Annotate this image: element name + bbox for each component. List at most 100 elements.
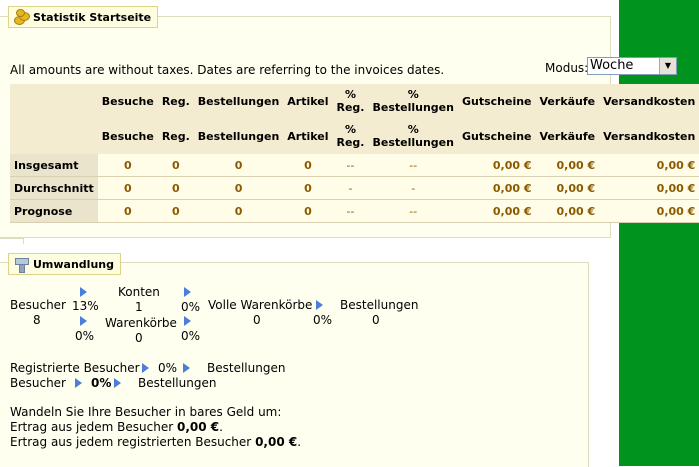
pct-accounts-to-carts: 0% <box>181 300 201 314</box>
row-label: Insgesamt <box>10 154 98 177</box>
table-cell: 0,00 € <box>599 199 699 223</box>
table-cell: -- <box>368 154 458 177</box>
header-empty <box>10 118 98 154</box>
conversion-panel-title: Umwandlung <box>8 253 121 275</box>
arrow-right-icon <box>80 287 87 297</box>
arrow-right-icon <box>142 363 149 373</box>
col-header: Besuche <box>101 94 154 108</box>
col-header: Versandkosten <box>603 129 696 143</box>
earning-per-visitor-label: Ertrag aus jedem Besucher <box>10 420 174 434</box>
col-header: Verkäufe <box>539 129 596 143</box>
table-cell: -- <box>332 199 369 223</box>
full-carts-label: Volle Warenkörbe <box>208 298 313 312</box>
col-header: % Bestellungen <box>372 123 454 149</box>
arrow-right-icon <box>114 378 121 388</box>
stats-table: Besuche Reg. Bestellungen Artikel % Reg.… <box>10 84 699 223</box>
arrow-right-icon <box>184 287 191 297</box>
money-intro: Wandeln Sie Ihre Besucher in bares Geld … <box>10 405 282 419</box>
table-cell: 0 <box>283 154 333 177</box>
divider <box>0 238 24 239</box>
stats-title-text: Statistik Startseite <box>33 10 152 24</box>
table-row: Prognose 0 0 0 0 -- -- 0,00 € 0,00 € 0,0… <box>10 199 699 223</box>
arrow-right-icon <box>316 300 323 310</box>
table-cell: 0 <box>193 154 284 177</box>
arrow-right-icon <box>75 378 82 388</box>
table-cell: 0 <box>283 199 333 223</box>
earning-per-registered-label: Ertrag aus jedem registrierten Besucher <box>10 435 252 449</box>
visitors-value: 8 <box>33 313 41 327</box>
registered-pct: 0% <box>158 361 178 375</box>
pct-to-orders: 0% <box>313 313 333 327</box>
full-carts-value: 0 <box>253 313 261 327</box>
table-cell: 0,00 € <box>599 176 699 200</box>
chevron-down-icon[interactable]: ▼ <box>659 58 676 74</box>
table-cell: -- <box>368 199 458 223</box>
pct-to-accounts: 13% <box>72 299 99 313</box>
table-cell: 0 <box>97 199 158 223</box>
accounts-label: Konten <box>118 285 160 299</box>
table-cell: 0 <box>157 176 194 200</box>
col-header: Bestellungen <box>197 129 280 143</box>
funnel-icon <box>13 256 29 273</box>
col-header: Versandkosten <box>603 94 696 108</box>
table-header-row: Besuche Reg. Bestellungen Artikel % Reg.… <box>10 118 699 154</box>
col-header: Besuche <box>101 129 154 143</box>
table-cell: 0,00 € <box>457 176 536 200</box>
earning-per-registered: Ertrag aus jedem registrierten Besucher … <box>10 435 302 449</box>
col-header: Bestellungen <box>197 94 280 108</box>
registered-visitors-label: Registrierte Besucher <box>10 361 140 375</box>
table-cell: 0,00 € <box>457 199 536 223</box>
table-row: Durchschnitt 0 0 0 0 - - 0,00 € 0,00 € 0… <box>10 176 699 200</box>
col-header: Artikel <box>287 129 329 143</box>
table-row: Insgesamt 0 0 0 0 -- -- 0,00 € 0,00 € 0,… <box>10 154 699 177</box>
mode-select-value: Woche <box>590 58 634 73</box>
col-header: Verkäufe <box>539 94 596 108</box>
table-cell: 0 <box>193 176 284 200</box>
arrow-right-icon <box>80 316 87 326</box>
row-label: Prognose <box>10 199 98 223</box>
divider <box>23 238 24 244</box>
table-cell: 0 <box>97 154 158 177</box>
mode-label: Modus: <box>545 61 589 75</box>
arrow-right-icon <box>183 363 190 373</box>
col-header: % Bestellungen <box>372 88 454 114</box>
accounts-value: 1 <box>135 300 143 314</box>
visitors-label: Besucher <box>10 298 66 312</box>
table-cell: - <box>368 176 458 200</box>
table-cell: 0,00 € <box>457 154 536 177</box>
visitors-line-target: Bestellungen <box>138 376 217 390</box>
coins-icon <box>13 9 30 25</box>
carts-value: 0 <box>135 331 143 345</box>
table-cell: 0,00 € <box>599 154 699 177</box>
carts-label: Warenkörbe <box>105 316 177 330</box>
header-empty <box>10 84 98 118</box>
orders-label: Bestellungen <box>340 298 419 312</box>
col-header: % Reg. <box>336 88 365 114</box>
table-cell: - <box>332 176 369 200</box>
table-cell: -- <box>332 154 369 177</box>
table-cell: 0,00 € <box>535 199 600 223</box>
tax-note: All amounts are without taxes. Dates are… <box>10 63 445 77</box>
row-label: Durchschnitt <box>10 176 98 200</box>
earning-per-visitor-value: 0,00 € <box>177 420 220 434</box>
arrow-right-icon <box>184 316 191 326</box>
col-header: % Reg. <box>336 123 365 149</box>
registered-target: Bestellungen <box>207 361 286 375</box>
col-header: Gutscheine <box>461 129 532 143</box>
col-header: Gutscheine <box>461 94 532 108</box>
stats-panel-title: Statistik Startseite <box>8 6 159 28</box>
pct-carts-from-carts: 0% <box>181 329 201 343</box>
col-header: Artikel <box>287 94 329 108</box>
col-header: Reg. <box>161 129 190 143</box>
pct-to-carts: 0% <box>75 329 95 343</box>
table-cell: 0 <box>157 154 194 177</box>
visitors-line-pct: 0% <box>91 376 112 390</box>
earning-per-registered-value: 0,00 € <box>255 435 298 449</box>
orders-value: 0 <box>372 313 380 327</box>
mode-select[interactable]: Woche ▼ <box>587 57 677 75</box>
table-cell: 0 <box>193 199 284 223</box>
conversion-title-text: Umwandlung <box>33 257 114 271</box>
table-header-row: Besuche Reg. Bestellungen Artikel % Reg.… <box>10 84 699 118</box>
table-cell: 0 <box>157 199 194 223</box>
earning-per-visitor: Ertrag aus jedem Besucher 0,00 €. <box>10 420 223 434</box>
